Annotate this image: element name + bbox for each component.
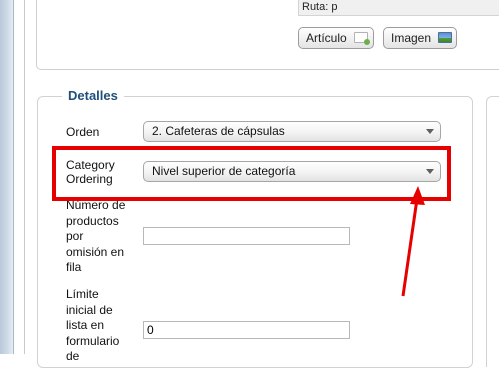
annotation-arrow-head (410, 186, 425, 205)
annotation-arrow (401, 186, 425, 297)
annotation-arrow-line (401, 198, 419, 297)
